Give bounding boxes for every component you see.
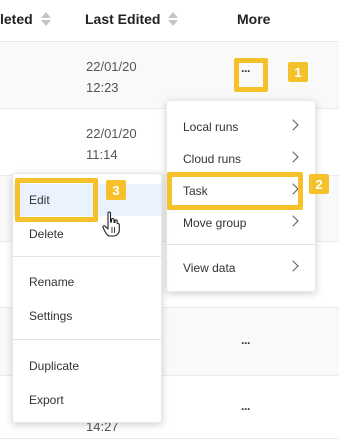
chevron-right-icon <box>287 215 299 227</box>
submenu-item-move-group[interactable]: Move group <box>167 208 315 238</box>
row-date: 22/01/20 11:14 <box>86 126 137 162</box>
menu-item-duplicate[interactable]: Duplicate <box>13 351 161 381</box>
submenu-item-view-data[interactable]: View data <box>167 253 315 283</box>
more-icon[interactable]: ··· <box>241 402 251 416</box>
chevron-right-icon <box>287 151 299 163</box>
header-more: More <box>237 11 271 27</box>
callout-badge-1: 1 <box>288 62 308 82</box>
menu-divider <box>13 256 161 257</box>
table-header: leted Last Edited More <box>0 0 339 42</box>
callout-badge-2: 2 <box>309 174 329 194</box>
callout-box-3 <box>15 178 98 222</box>
menu-item-rename[interactable]: Rename <box>13 267 161 297</box>
row-date: 22/01/20 12:23 <box>86 59 137 95</box>
sort-icon[interactable] <box>168 12 179 26</box>
menu-divider <box>167 244 315 245</box>
submenu-item-local-runs[interactable]: Local runs <box>167 112 315 142</box>
sort-icon[interactable] <box>40 12 51 26</box>
hand-cursor-icon <box>102 211 120 237</box>
menu-item-delete[interactable]: Delete <box>13 219 161 249</box>
menu-item-export[interactable]: Export <box>13 385 161 415</box>
callout-box-1 <box>234 58 268 92</box>
more-icon[interactable]: ··· <box>241 336 251 350</box>
submenu-item-cloud-runs[interactable]: Cloud runs <box>167 144 315 174</box>
chevron-right-icon <box>287 119 299 131</box>
chevron-right-icon <box>287 260 299 272</box>
header-last-edited[interactable]: Last Edited <box>85 11 179 27</box>
menu-divider <box>13 339 161 340</box>
callout-box-2 <box>167 172 303 210</box>
callout-badge-3: 3 <box>106 180 126 200</box>
menu-item-settings[interactable]: Settings <box>13 301 161 331</box>
header-completed[interactable]: leted <box>0 11 51 27</box>
